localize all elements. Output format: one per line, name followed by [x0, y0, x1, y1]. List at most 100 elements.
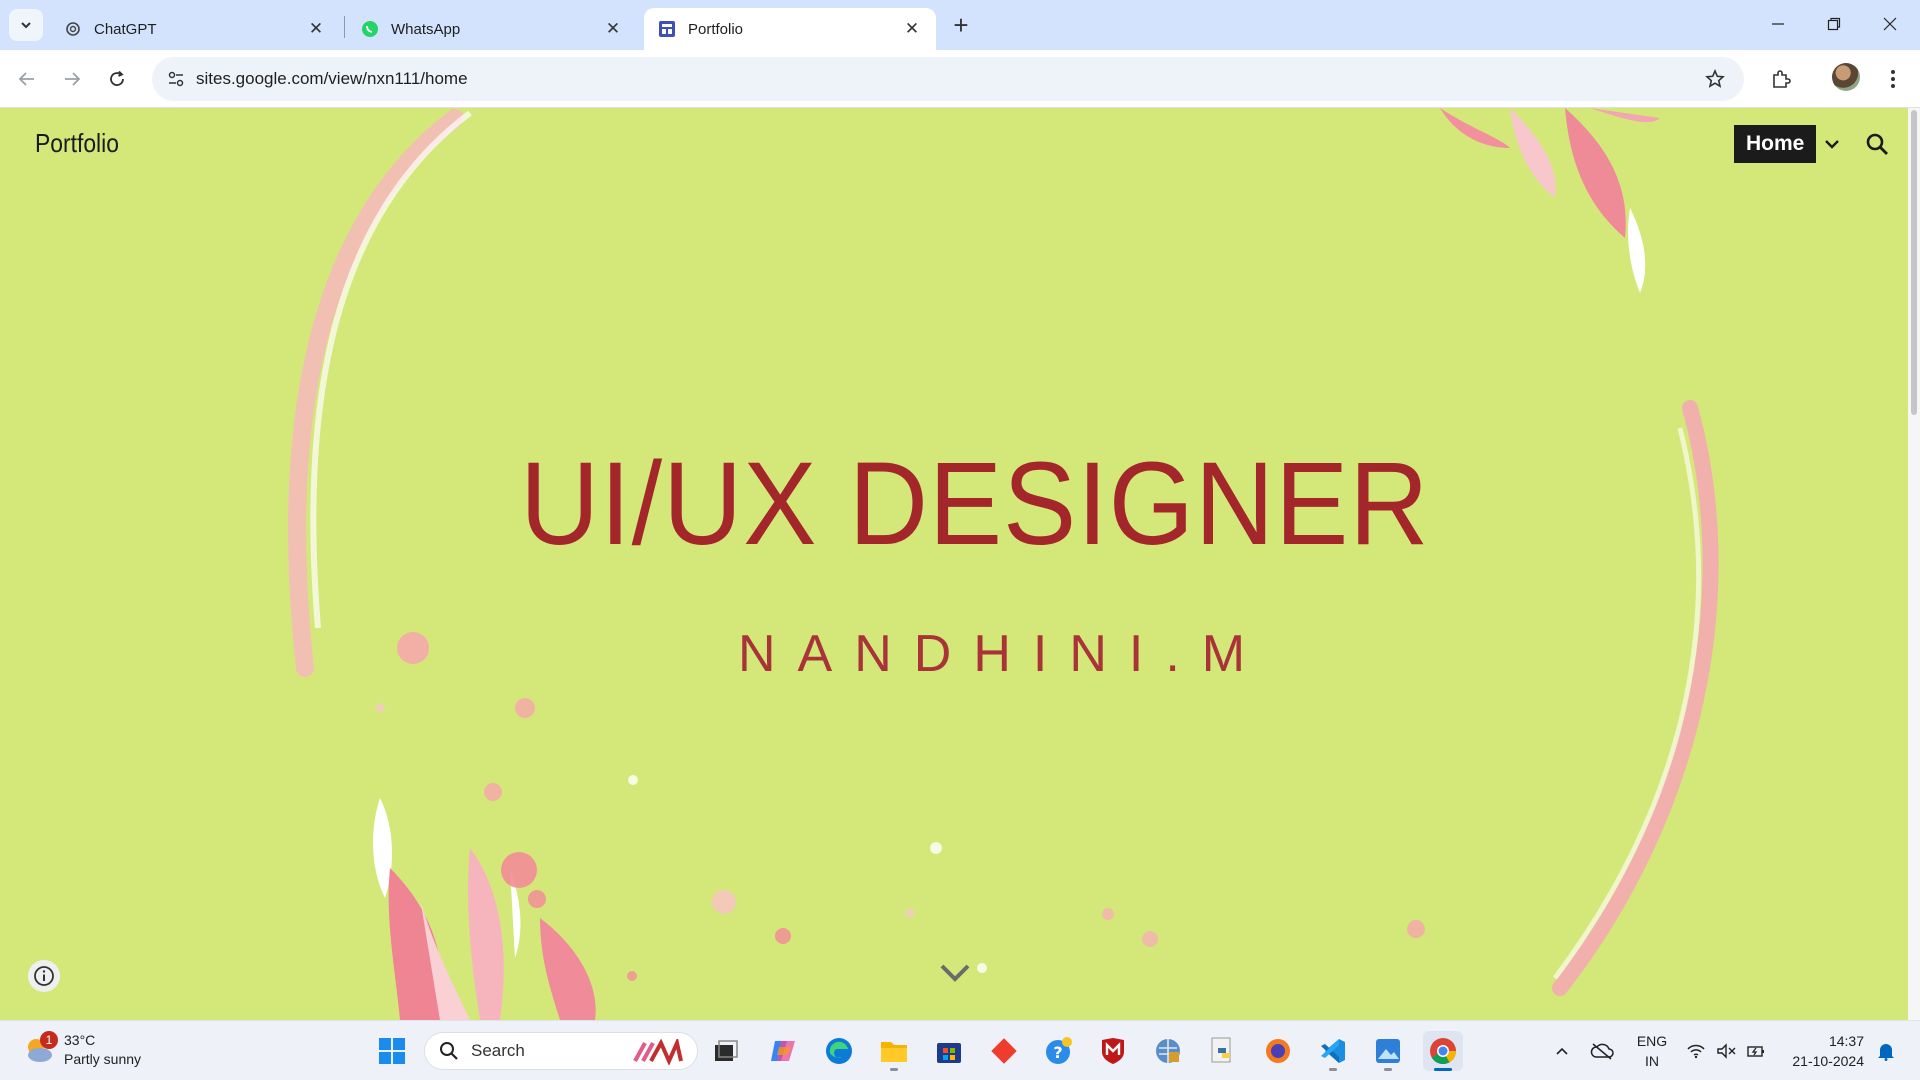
hero-headline: UI/UX DESIGNER: [520, 438, 1430, 570]
whatsapp-icon: [361, 20, 379, 38]
site-search-button[interactable]: [1862, 129, 1892, 159]
git-icon: [991, 1038, 1017, 1064]
task-view-app[interactable]: [706, 1031, 746, 1071]
weather-badge: 1: [40, 1031, 58, 1049]
new-tab-button[interactable]: +: [946, 10, 976, 40]
store-icon: [937, 1043, 961, 1063]
chrome-app[interactable]: [1423, 1031, 1463, 1071]
profile-avatar[interactable]: [1832, 63, 1860, 91]
forward-button[interactable]: [55, 62, 89, 96]
firefox-app[interactable]: [1258, 1031, 1298, 1071]
tab-title: ChatGPT: [94, 20, 157, 38]
tab-search-button[interactable]: [9, 9, 43, 41]
close-tab-icon[interactable]: ✕: [603, 19, 623, 39]
puzzle-icon: [1773, 70, 1791, 88]
wifi-status[interactable]: [1682, 1021, 1710, 1080]
onedrive-status[interactable]: [1586, 1021, 1618, 1080]
help-icon: ?: [1046, 1037, 1072, 1064]
volume-status[interactable]: [1712, 1021, 1740, 1080]
page-viewport: Portfolio Home UI/UX DESIGNER NANDHINI.M: [0, 108, 1908, 1020]
windows-taskbar: 1 33°C Partly sunny Search ? ENG IN 14:3…: [0, 1020, 1920, 1080]
tab-separator: [344, 16, 345, 38]
site-title[interactable]: Portfolio: [35, 128, 119, 159]
hero-name: NANDHINI.M: [738, 625, 1268, 683]
back-arrow-icon: [18, 72, 34, 86]
python-icon: [1211, 1037, 1231, 1063]
weather-icon: 1: [22, 1031, 58, 1067]
show-hidden-icons-button[interactable]: [1548, 1021, 1576, 1080]
reload-icon: [110, 70, 124, 86]
chevron-down-icon: [940, 964, 970, 982]
cloud-offline-icon: [1590, 1043, 1614, 1060]
back-button[interactable]: [10, 62, 44, 96]
chevron-up-icon: [1556, 1047, 1568, 1055]
restore-icon: [1827, 17, 1841, 31]
copilot-app[interactable]: [764, 1031, 804, 1071]
tab-portfolio[interactable]: Portfolio ✕: [644, 8, 936, 50]
google-sites-icon: [658, 20, 676, 38]
chrome-menu-button[interactable]: [1876, 62, 1910, 96]
language-code: ENG: [1636, 1033, 1668, 1049]
close-tab-icon[interactable]: ✕: [902, 19, 922, 39]
battery-status[interactable]: [1742, 1021, 1770, 1080]
task-view-icon: [715, 1040, 738, 1061]
windows-start-icon: [379, 1038, 405, 1064]
clock-time: 14:37: [1828, 1033, 1864, 1049]
git-app[interactable]: [984, 1031, 1024, 1071]
bell-icon: [1878, 1044, 1894, 1061]
nav-home-link[interactable]: Home: [1734, 125, 1817, 163]
search-highlight-icon: [633, 1039, 683, 1065]
scroll-down-button[interactable]: [938, 958, 972, 988]
tab-title: Portfolio: [688, 20, 744, 38]
wifi-icon: [1687, 1044, 1705, 1059]
tab-whatsapp[interactable]: WhatsApp ✕: [347, 8, 637, 50]
bookmark-star-icon[interactable]: [1702, 66, 1728, 92]
tab-strip: ChatGPT ✕ WhatsApp ✕ Portfolio ✕ +: [0, 0, 1920, 50]
scrollbar-thumb[interactable]: [1911, 110, 1917, 415]
chevron-down-icon: [1825, 140, 1839, 149]
help-app[interactable]: ?: [1039, 1031, 1079, 1071]
notifications-button[interactable]: [1870, 1021, 1902, 1080]
site-settings-icon[interactable]: [162, 65, 190, 93]
restore-button[interactable]: [1806, 0, 1862, 48]
taskbar-search[interactable]: Search: [424, 1032, 698, 1070]
close-window-button[interactable]: [1862, 0, 1918, 48]
minimize-button[interactable]: [1750, 0, 1806, 48]
address-bar[interactable]: sites.google.com/view/nxn111/home: [152, 57, 1744, 101]
start-button[interactable]: [372, 1031, 412, 1071]
chevron-down-icon: [21, 22, 31, 29]
nav-more-button[interactable]: [1818, 130, 1846, 158]
chrome-icon: [1430, 1038, 1457, 1065]
weather-condition: Partly sunny: [64, 1051, 142, 1067]
reload-button[interactable]: [100, 62, 134, 96]
mcafee-app[interactable]: [1093, 1031, 1133, 1071]
tab-chatgpt[interactable]: ChatGPT ✕: [50, 8, 340, 50]
system-clock[interactable]: 14:37 21-10-2024: [1784, 1031, 1864, 1071]
page-scrollbar[interactable]: [1908, 108, 1920, 1020]
python-app[interactable]: [1203, 1031, 1243, 1071]
network-app[interactable]: [1148, 1031, 1188, 1071]
close-tab-icon[interactable]: ✕: [306, 19, 326, 39]
browser-toolbar: sites.google.com/view/nxn111/home: [0, 50, 1920, 108]
mcafee-icon: [1102, 1038, 1124, 1064]
chatgpt-icon: [64, 20, 82, 38]
store-app[interactable]: [929, 1031, 969, 1071]
weather-temp: 33°C: [64, 1032, 96, 1048]
info-icon: [34, 966, 54, 986]
extensions-button[interactable]: [1764, 62, 1798, 96]
tab-title: WhatsApp: [391, 20, 461, 38]
vscode-app[interactable]: [1313, 1031, 1353, 1071]
file-explorer-app[interactable]: [874, 1031, 914, 1071]
volume-muted-icon: [1717, 1043, 1736, 1059]
close-icon: [1883, 17, 1897, 31]
photos-icon: [1376, 1039, 1400, 1063]
photos-app[interactable]: [1368, 1031, 1408, 1071]
battery-charging-icon: [1747, 1046, 1764, 1057]
edge-app[interactable]: [819, 1031, 859, 1071]
network-app-icon: [1156, 1039, 1180, 1063]
language-indicator[interactable]: ENG IN: [1632, 1031, 1672, 1071]
site-info-button[interactable]: [28, 960, 60, 992]
weather-widget[interactable]: 1 33°C Partly sunny: [22, 1031, 141, 1069]
svg-text:?: ?: [1053, 1043, 1062, 1062]
url-text: sites.google.com/view/nxn111/home: [196, 69, 468, 88]
